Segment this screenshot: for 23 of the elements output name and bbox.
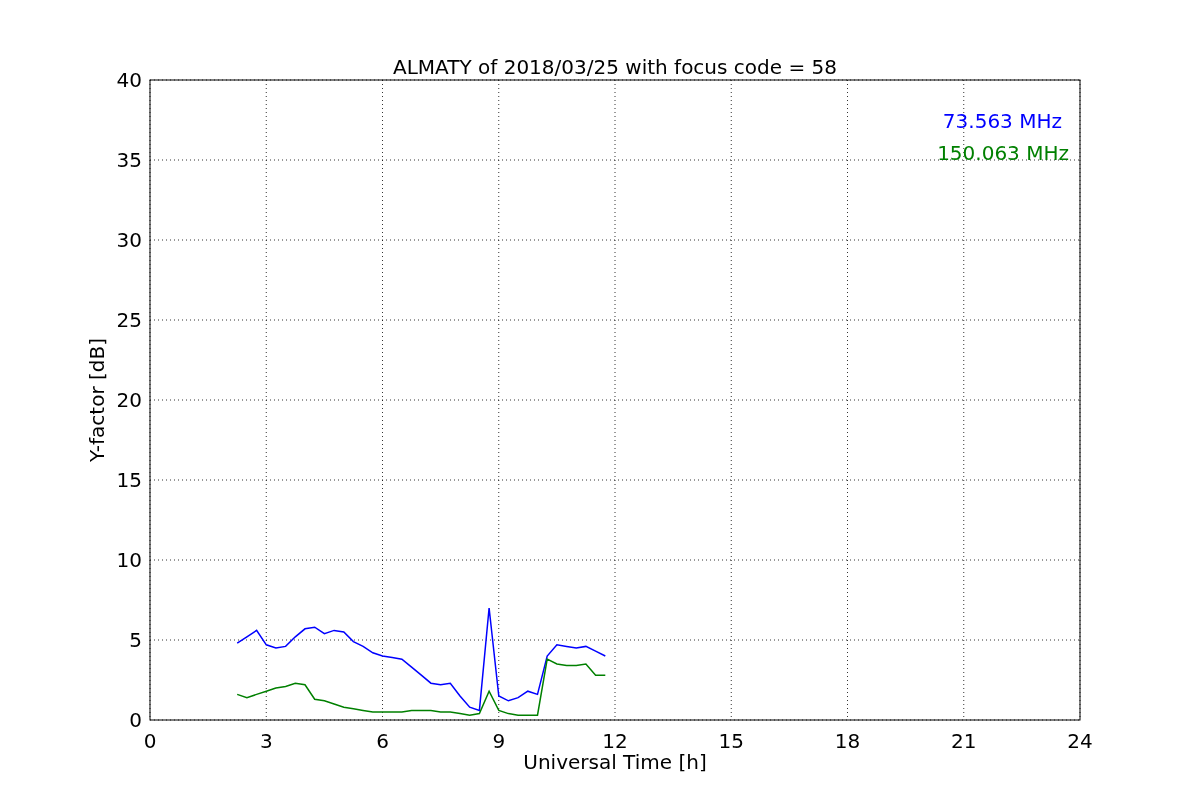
chart-title: ALMATY of 2018/03/25 with focus code = 58 xyxy=(393,55,837,79)
tick-label: 30 xyxy=(116,228,142,252)
tick-label: 10 xyxy=(116,548,142,572)
tick-label: 40 xyxy=(116,68,142,92)
tick-label: 24 xyxy=(1067,729,1093,753)
tick-label: 15 xyxy=(116,468,142,492)
tick-label: 9 xyxy=(492,729,506,753)
tick-label: 25 xyxy=(116,308,142,332)
tick-label: 0 xyxy=(143,729,157,753)
tick-label: 35 xyxy=(116,148,142,172)
tick-label: 20 xyxy=(116,388,142,412)
tick-label: 15 xyxy=(718,729,744,753)
axis-title: Y-factor [dB] xyxy=(85,338,109,462)
tick-label: 0 xyxy=(129,708,142,732)
tick-label: 18 xyxy=(834,729,861,753)
tick-label: 5 xyxy=(129,628,142,652)
tick-label: 3 xyxy=(259,729,273,753)
tick-label: 12 xyxy=(602,729,628,753)
legend-label: 150.063 MHz xyxy=(937,141,1069,165)
tick-label: 21 xyxy=(951,729,977,753)
legend-label: 73.563 MHz xyxy=(942,109,1062,133)
tick-label: 6 xyxy=(376,729,389,753)
axis-title: Universal Time [h] xyxy=(523,750,707,774)
